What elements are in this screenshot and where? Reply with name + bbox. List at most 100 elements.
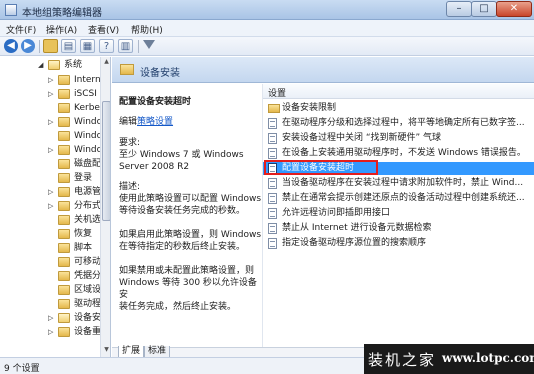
up-folder-icon[interactable]: [43, 39, 58, 53]
expander-icon[interactable]: ▷: [48, 118, 56, 126]
filter-icon[interactable]: [143, 40, 155, 49]
folder-icon: [58, 173, 70, 183]
list-item[interactable]: 禁止在通常会提示创建还原点的设备活动过程中创建系统还...: [263, 192, 534, 205]
policy-icon: [268, 118, 277, 129]
list-item[interactable]: 在设备上安装通用驱动程序时，不发送 Windows 错误报告。: [263, 147, 534, 160]
content-header: 设备安装: [112, 57, 534, 83]
list-item[interactable]: 设备安装限制: [263, 102, 534, 115]
list-item[interactable]: 指定设备驱动程序源位置的搜索顺序: [263, 237, 534, 250]
window-title: 本地组策略编辑器: [22, 8, 102, 19]
expander-icon[interactable]: ▷: [48, 146, 56, 154]
expander-icon[interactable]: [48, 174, 56, 182]
list-item[interactable]: 允许远程访问即插即用接口: [263, 207, 534, 220]
policy-icon: [268, 193, 277, 204]
edit-policy-line: 编辑策略设置: [119, 117, 174, 127]
expander-icon[interactable]: [48, 244, 56, 252]
expander-icon[interactable]: [48, 300, 56, 308]
content-pane: 设备安装 配置设备安装超时 编辑策略设置 要求: 至少 Windows 7 或 …: [112, 57, 534, 358]
policy-description: 描述: 使用此策略设置可以配置 Windows 等待设备安装任务完成的秒数。 如…: [119, 182, 262, 312]
watermark-url: www.lotpc.com: [442, 351, 534, 365]
watermark: 装机之家 www.lotpc.com: [364, 344, 534, 374]
maximize-button[interactable]: □: [471, 1, 497, 17]
list-item[interactable]: 禁止从 Internet 进行设备元数据检索: [263, 222, 534, 235]
folder-icon: [268, 104, 280, 113]
policy-icon: [268, 238, 277, 249]
settings-list: 设置 设备安装限制 在驱动程序分级和选择过程中，将平等地确定所有已数字签... …: [262, 84, 534, 347]
content-title: 设备安装: [140, 68, 180, 79]
app-icon: [5, 4, 17, 16]
expander-icon[interactable]: [48, 258, 56, 266]
view-icon[interactable]: ▥: [118, 39, 133, 53]
close-button[interactable]: ✕: [496, 1, 532, 17]
minimize-button[interactable]: –: [446, 1, 472, 17]
folder-icon: [58, 187, 70, 197]
scroll-down-icon[interactable]: ▼: [102, 346, 110, 356]
menu-action[interactable]: 操作(A): [46, 23, 77, 36]
expander-icon[interactable]: ◢: [38, 61, 46, 69]
policy-icon: [268, 208, 277, 219]
folder-icon: [58, 75, 70, 85]
expander-icon[interactable]: [48, 104, 56, 112]
watermark-brand: 装机之家: [368, 351, 437, 369]
folder-icon: [58, 299, 70, 309]
folder-icon: [58, 117, 70, 127]
tree-scrollbar[interactable]: ▲ ▼: [100, 57, 110, 357]
folder-icon: [58, 271, 70, 281]
edit-policy-link[interactable]: 策略设置: [137, 117, 173, 127]
folder-icon: [48, 60, 60, 70]
folder-icon: [58, 327, 70, 337]
folder-icon: [58, 103, 70, 113]
folder-icon: [58, 257, 70, 267]
tree-pane: ◢ 系统 ▷ Intern ▷ iSCSI Kerbe ▷ Windo Windo ▷ W…: [0, 57, 111, 357]
expander-icon[interactable]: ▷: [48, 188, 56, 196]
folder-icon: [58, 159, 70, 169]
menu-bar: 文件(F) 操作(A) 查看(V) 帮助(H): [0, 20, 534, 37]
list-item-selected[interactable]: 配置设备安装超时: [263, 162, 534, 175]
expander-icon[interactable]: ▷: [48, 90, 56, 98]
status-text: 9 个设置: [4, 364, 40, 374]
expander-icon[interactable]: [48, 160, 56, 168]
menu-file[interactable]: 文件(F): [6, 23, 36, 36]
list-item[interactable]: 在驱动程序分级和选择过程中，将平等地确定所有已数字签...: [263, 117, 534, 130]
folder-icon: [58, 243, 70, 253]
expander-icon[interactable]: ▷: [48, 314, 56, 322]
policy-icon: [268, 133, 277, 144]
list-item[interactable]: 安装设备过程中关闭 “找到新硬件” 气球: [263, 132, 534, 145]
help-icon[interactable]: ?: [99, 39, 114, 53]
folder-icon: [58, 201, 70, 211]
column-header[interactable]: 设置: [263, 84, 534, 99]
show-tree-icon[interactable]: ▤: [61, 39, 76, 53]
folder-icon: [58, 131, 70, 141]
requirements: 要求: 至少 Windows 7 或 Windows Server 2008 R…: [119, 138, 244, 172]
title-bar: 本地组策略编辑器 – □ ✕: [0, 0, 534, 20]
expander-icon[interactable]: [48, 132, 56, 140]
expander-icon[interactable]: ▷: [48, 202, 56, 210]
back-icon[interactable]: ◀: [4, 39, 18, 53]
policy-icon: [268, 148, 277, 159]
scroll-up-icon[interactable]: ▲: [102, 58, 110, 68]
folder-icon: [58, 145, 70, 155]
folder-icon: [58, 313, 70, 323]
policy-title: 配置设备安装超时: [119, 97, 192, 107]
policy-icon: [268, 178, 277, 189]
expander-icon[interactable]: [48, 272, 56, 280]
forward-icon[interactable]: ▶: [21, 39, 35, 53]
folder-icon: [58, 229, 70, 239]
menu-view[interactable]: 查看(V): [88, 23, 119, 36]
folder-icon: [58, 89, 70, 99]
description-pane: 配置设备安装超时 编辑策略设置 要求: 至少 Windows 7 或 Windo…: [112, 84, 262, 347]
policy-icon: [268, 163, 277, 174]
properties-icon[interactable]: ▦: [80, 39, 95, 53]
toolbar: ◀ ▶ ▤ ▦ ? ▥: [0, 37, 534, 56]
list-item[interactable]: 当设备驱动程序在安装过程中请求附加软件时，禁止 Wind...: [263, 177, 534, 190]
menu-help[interactable]: 帮助(H): [131, 23, 163, 36]
folder-icon: [58, 285, 70, 295]
expander-icon[interactable]: ▷: [48, 76, 56, 84]
expander-icon[interactable]: [48, 216, 56, 224]
folder-icon: [58, 215, 70, 225]
expander-icon[interactable]: [48, 286, 56, 294]
scroll-thumb[interactable]: [102, 101, 110, 221]
expander-icon[interactable]: [48, 230, 56, 238]
policy-icon: [268, 223, 277, 234]
expander-icon[interactable]: ▷: [48, 328, 56, 336]
